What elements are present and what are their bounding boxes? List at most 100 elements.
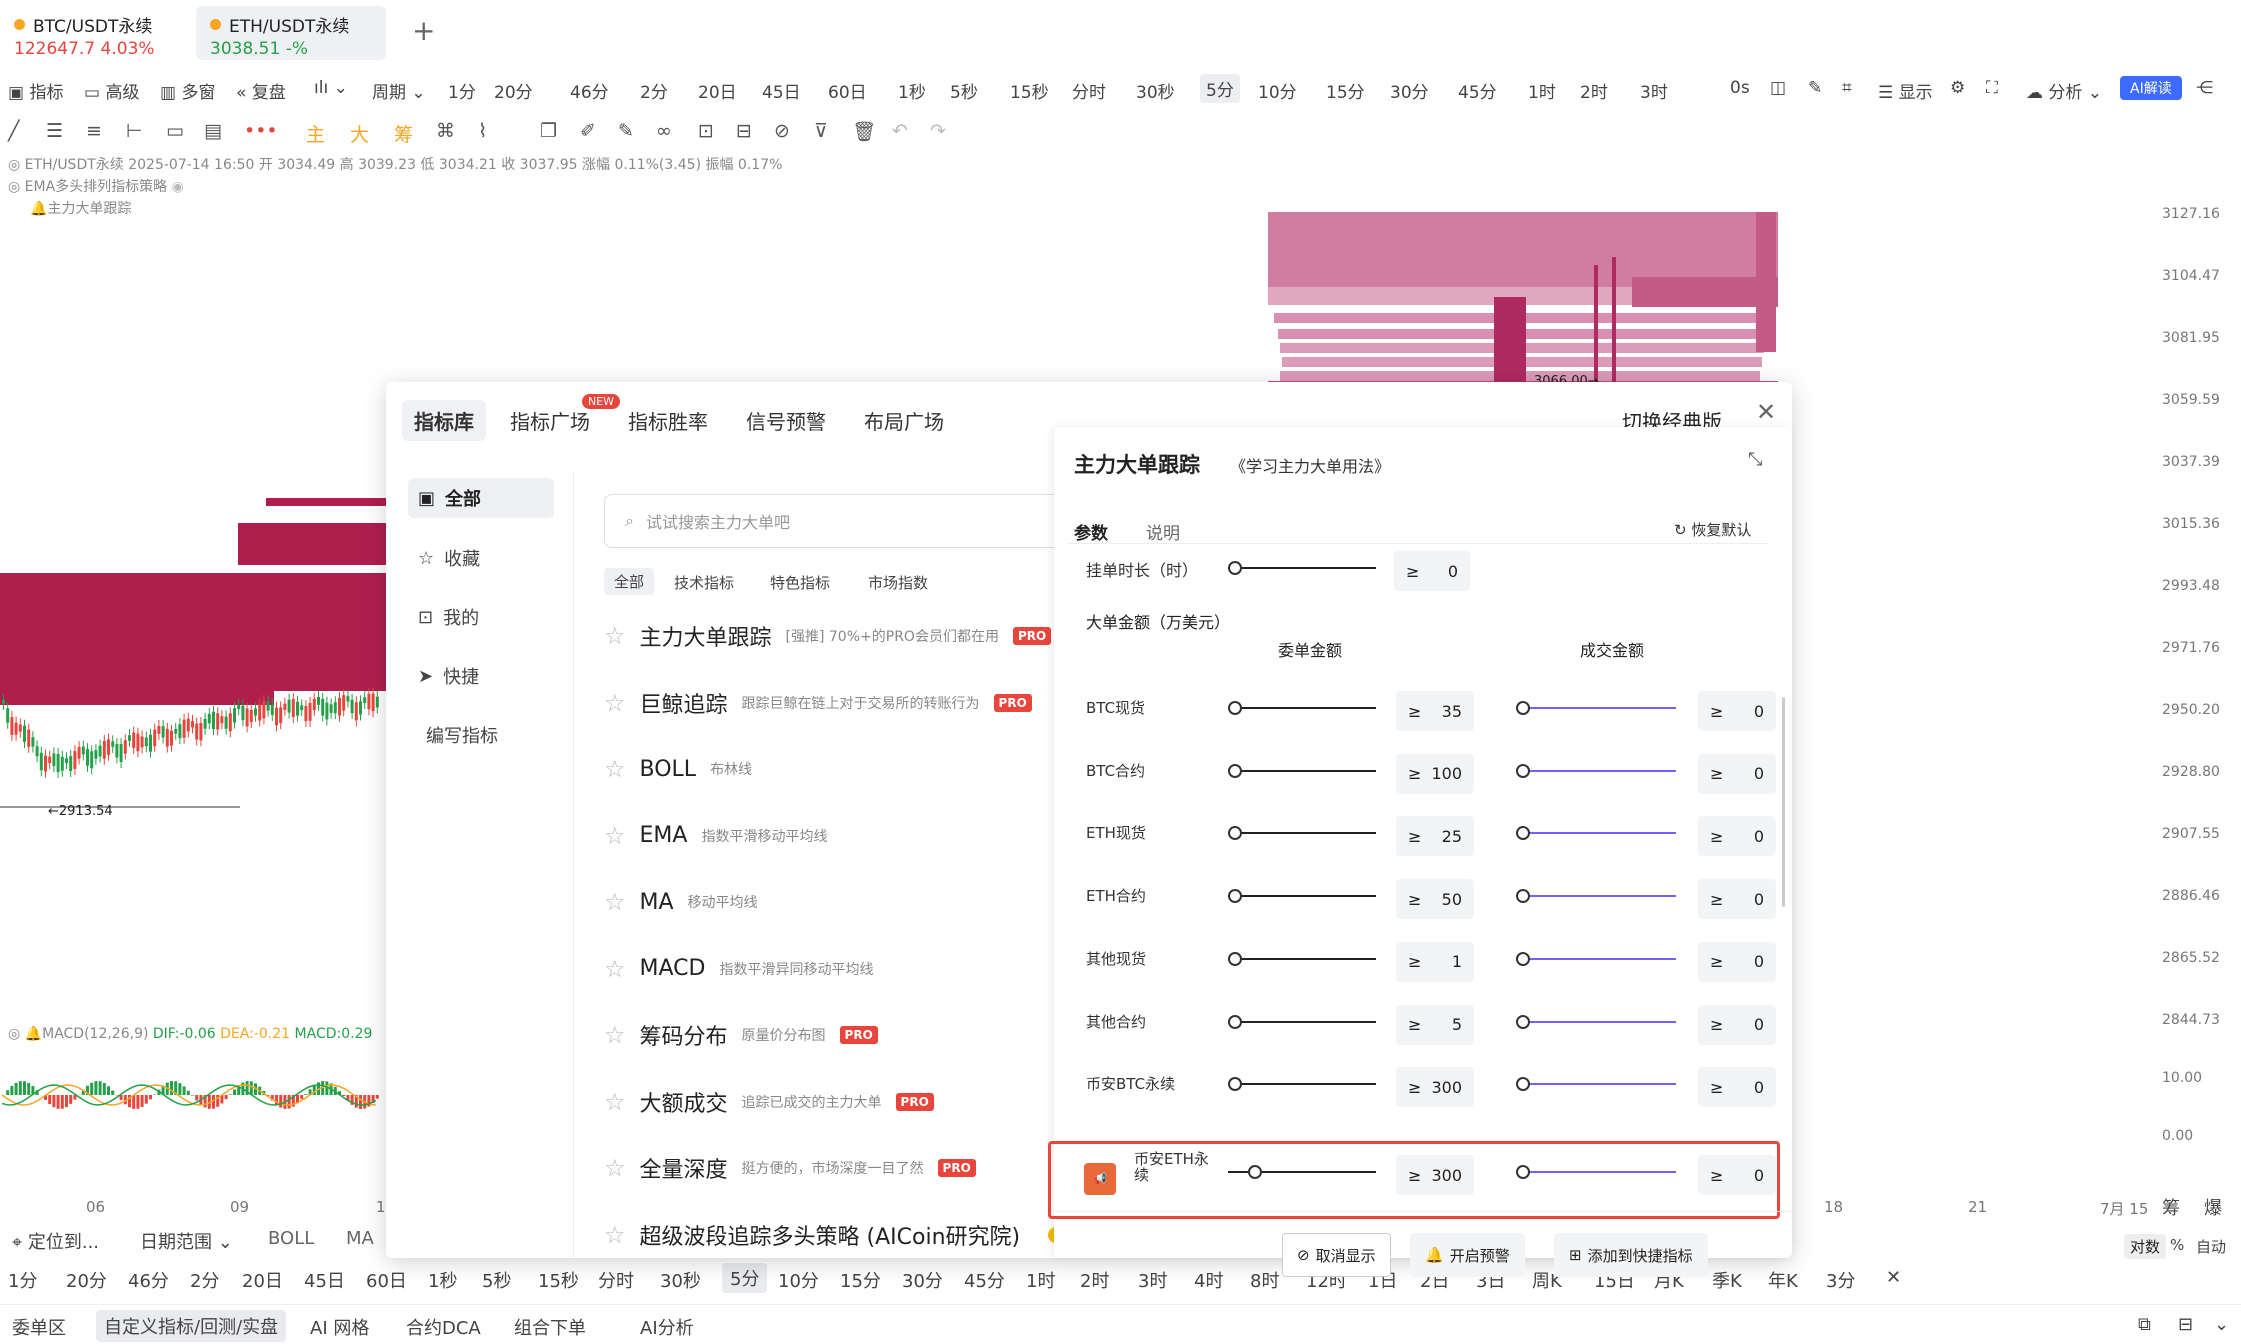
tab-custom-indicator[interactable]: 自定义指标/回测/实盘 (96, 1310, 287, 1342)
trade-amount-input[interactable]: ≥0 (1698, 879, 1776, 920)
slider-knob[interactable] (1228, 826, 1242, 841)
slider-knob[interactable] (1516, 889, 1530, 904)
timeframe-16[interactable]: 45分 (964, 1267, 1005, 1293)
period-0[interactable]: 1分 (448, 78, 476, 103)
period-10[interactable]: 分时 (1072, 78, 1106, 103)
measure-icon[interactable]: ⌘ (436, 120, 455, 142)
order-amount-slider[interactable] (1228, 1020, 1376, 1023)
trade-amount-slider[interactable] (1516, 832, 1676, 835)
side-item-all[interactable]: ▣ 全部 (408, 478, 554, 518)
eraser-icon[interactable]: ✐ (580, 120, 596, 142)
star-icon[interactable]: ☆ (604, 888, 626, 916)
timeframe-8[interactable]: 5秒 (482, 1267, 511, 1293)
tab-layout-square[interactable]: 布局广场 (864, 406, 944, 435)
tab-win-rate[interactable]: 指标胜率 (628, 406, 708, 435)
timeframe-4[interactable]: 20日 (242, 1267, 283, 1293)
slider-knob[interactable] (1516, 701, 1530, 715)
period-dropdown[interactable]: 周期 ⌄ (372, 78, 426, 103)
star-icon[interactable]: ☆ (604, 755, 626, 783)
slider-knob[interactable] (1516, 951, 1530, 966)
tab-combo-order[interactable]: 组合下单 (514, 1314, 586, 1340)
ai-interpret-button[interactable]: AI解读 (2120, 76, 2182, 100)
slider-knob[interactable] (1228, 1077, 1242, 1092)
slider-knob[interactable] (1228, 1014, 1242, 1029)
locate-button[interactable]: ⌖ 定位到... (12, 1228, 99, 1254)
period-19[interactable]: 3时 (1640, 78, 1668, 103)
indicator-list-item[interactable]: ☆ BOLL 布林线 (604, 749, 752, 789)
chip-toggle[interactable]: 筹 (2162, 1194, 2180, 1220)
period-17[interactable]: 1时 (1528, 78, 1556, 103)
slider-knob[interactable] (1516, 763, 1530, 778)
trade-amount-slider[interactable] (1516, 1020, 1676, 1023)
star-icon[interactable]: ☆ (604, 955, 626, 983)
ray-tool-icon[interactable]: ⊢ (126, 120, 143, 142)
trade-amount-slider[interactable] (1516, 1083, 1676, 1086)
period-11[interactable]: 30秒 (1136, 78, 1175, 103)
timeframe-3[interactable]: 2分 (190, 1267, 219, 1293)
chart-type-button[interactable]: ılı ⌄ (314, 78, 348, 98)
multi-window-button[interactable]: ▥ 多窗 (160, 78, 215, 103)
timeframe-5[interactable]: 45日 (304, 1267, 345, 1293)
boll-indicator-tab[interactable]: BOLL (268, 1228, 314, 1249)
order-amount-input[interactable]: ≥35 (1396, 691, 1474, 731)
timeframe-6[interactable]: 60日 (366, 1267, 407, 1293)
date-range-dropdown[interactable]: 日期范围 ⌄ (140, 1228, 233, 1254)
close-panel-icon[interactable]: ⌄ (2214, 1314, 2229, 1335)
enable-alert-button[interactable]: 🔔 开启预警 (1410, 1233, 1525, 1277)
slider-knob[interactable] (1228, 561, 1242, 575)
order-amount-input[interactable]: ≥25 (1396, 816, 1474, 857)
write-indicator-link[interactable]: 编写指标 (408, 715, 554, 755)
period-5[interactable]: 45日 (762, 78, 801, 103)
indicator-button[interactable]: ▣ 指标 (8, 78, 63, 103)
trade-amount-slider[interactable] (1516, 957, 1676, 960)
tab-indicator-library[interactable]: 指标库 (402, 400, 486, 441)
tab-ai-grid[interactable]: AI 网格 (310, 1314, 369, 1340)
period-14[interactable]: 15分 (1326, 78, 1365, 103)
fullscreen-icon[interactable]: ⛶ (1986, 78, 1998, 98)
order-amount-slider[interactable] (1228, 957, 1376, 960)
side-item-mine[interactable]: ⊡ 我的 (408, 597, 554, 637)
period-9[interactable]: 15秒 (1010, 78, 1049, 103)
indicator-list-item[interactable]: ☆ MACD 指数平滑异同移动平均线 (604, 949, 873, 989)
timeframe-31[interactable]: 3分 (1826, 1267, 1855, 1293)
timeframe-30[interactable]: 年K (1768, 1267, 1798, 1293)
main-force-button[interactable]: 主 (306, 120, 325, 147)
star-icon[interactable]: ☆ (604, 689, 626, 717)
indicator-list-item[interactable]: ☆ EMA 指数平滑移动平均线 (604, 816, 827, 856)
order-amount-input[interactable]: ≥100 (1396, 753, 1474, 794)
trade-amount-input[interactable]: ≥0 (1698, 753, 1776, 794)
pencil-icon[interactable]: ✎ (618, 120, 634, 142)
timeframe-19[interactable]: 3时 (1138, 1267, 1167, 1293)
indicator-list-item[interactable]: ☆ 主力大单跟踪 [强推] 70%+的PRO会员们都在用 PRO (604, 616, 1052, 656)
timeframe-14[interactable]: 15分 (840, 1267, 881, 1293)
settings-icon[interactable]: ⚙ (1950, 78, 1965, 98)
timeframe-7[interactable]: 1秒 (428, 1267, 457, 1293)
order-amount-slider[interactable] (1228, 895, 1376, 898)
timeframe-18[interactable]: 2时 (1080, 1267, 1109, 1293)
category-market-index[interactable]: 市场指数 (868, 572, 928, 593)
indicator-list-item[interactable]: ☆ 全量深度 挺方便的，市场深度一目了然 PRO (604, 1148, 976, 1188)
minimize-icon[interactable]: ⊟ (2178, 1314, 2193, 1335)
pen-icon[interactable]: ✎ (1808, 78, 1822, 98)
period-18[interactable]: 2时 (1580, 78, 1608, 103)
star-icon[interactable]: ☆ (604, 1088, 626, 1116)
add-tab-button[interactable]: + (412, 14, 435, 47)
star-icon[interactable]: ☆ (604, 1021, 626, 1049)
timeframe-11[interactable]: 30秒 (660, 1267, 701, 1293)
trade-amount-input[interactable]: ≥0 (1698, 691, 1776, 731)
tab-btc[interactable]: BTC/USDT永续 122647.7 4.03% (0, 6, 190, 60)
star-icon[interactable]: ☆ (604, 822, 626, 850)
tab-params[interactable]: 参数 (1074, 519, 1108, 544)
chip-button[interactable]: 筹 (394, 120, 413, 147)
period-8[interactable]: 5秒 (950, 78, 978, 103)
crop-icon[interactable]: ⌗ (1842, 78, 1852, 98)
filter-icon[interactable]: ⊽ (814, 120, 828, 142)
trade-amount-slider[interactable] (1516, 769, 1676, 772)
slider-knob[interactable] (1516, 1077, 1530, 1092)
order-amount-input[interactable]: ≥1 (1396, 941, 1474, 982)
more-tools-icon[interactable]: ••• (244, 120, 278, 142)
order-amount-slider[interactable] (1228, 832, 1376, 835)
category-technical[interactable]: 技术指标 (674, 572, 734, 593)
timeframe-17[interactable]: 1时 (1026, 1267, 1055, 1293)
magnet-icon[interactable]: ∞ (656, 120, 672, 142)
